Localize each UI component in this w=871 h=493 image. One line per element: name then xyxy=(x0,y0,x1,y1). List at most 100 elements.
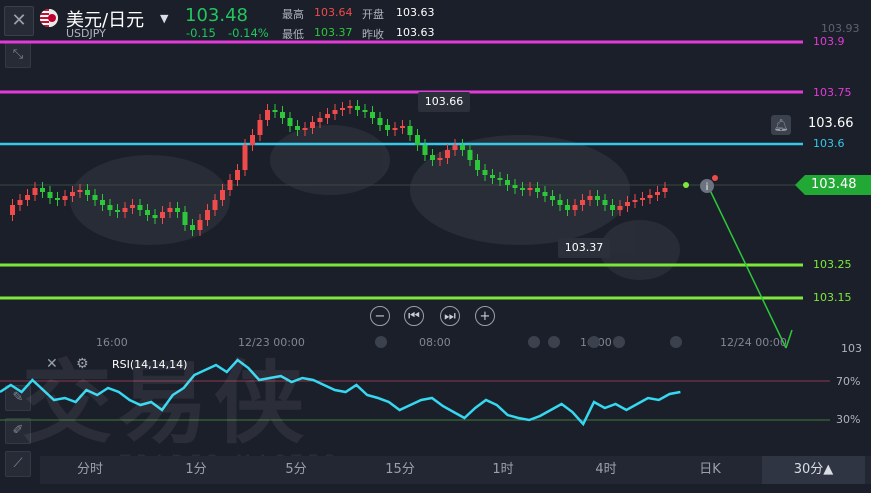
current-price-dot xyxy=(683,182,689,188)
candle-body xyxy=(460,145,465,150)
candle-body xyxy=(92,195,98,200)
candle-body xyxy=(317,118,323,122)
candle-body xyxy=(242,145,248,170)
candle-body xyxy=(362,110,368,112)
candle-body xyxy=(347,106,353,108)
candle-body xyxy=(512,185,518,188)
tf-4h[interactable]: 4时 xyxy=(578,456,634,484)
red-dot-marker xyxy=(712,175,718,181)
event-dot-icon[interactable] xyxy=(613,336,625,348)
candle-body xyxy=(32,188,38,195)
candle-body xyxy=(610,205,615,210)
candle-body xyxy=(145,210,150,215)
timeframe-bar xyxy=(40,456,871,484)
time-label: 12/24 00:00 xyxy=(720,336,787,349)
candle-body xyxy=(632,200,638,202)
candle-body xyxy=(467,150,473,160)
candle-body xyxy=(550,196,555,200)
rsi-close-icon[interactable]: ✕ xyxy=(46,356,58,372)
bell-icon[interactable]: 🔔︎ xyxy=(771,115,791,135)
candle-body xyxy=(625,202,630,206)
candle-body xyxy=(542,192,548,196)
candle-body xyxy=(370,112,375,118)
tf-30min-selected[interactable]: 30分▲ xyxy=(762,456,865,484)
event-dot-icon[interactable] xyxy=(588,336,600,348)
candle-body xyxy=(107,205,113,210)
axis-label-103-66: 103.66 xyxy=(808,116,854,131)
current-price-label: 103.48 xyxy=(795,175,871,195)
jump-start-button[interactable]: ⏮︎ xyxy=(404,306,424,326)
tf-1min[interactable]: 1分 xyxy=(168,456,224,484)
candle-body xyxy=(77,190,83,192)
rsi-label: RSI(14,14,14) xyxy=(112,358,188,371)
level-label-103-75: 103.75 xyxy=(807,85,871,101)
zoom-in-button[interactable]: + xyxy=(475,306,495,326)
candle-body xyxy=(655,192,660,195)
candle-body xyxy=(355,106,360,110)
candle-body xyxy=(205,210,210,220)
candle-body xyxy=(377,118,383,125)
candle-body xyxy=(385,125,390,130)
candle-body xyxy=(47,192,53,198)
level-label-103-25: 103.25 xyxy=(807,257,871,273)
tf-5min[interactable]: 5分 xyxy=(268,456,324,484)
candle-body xyxy=(587,196,593,200)
candle-body xyxy=(257,120,263,135)
candle-body xyxy=(235,170,240,180)
candle-body xyxy=(302,128,308,130)
candle-body xyxy=(340,108,345,110)
event-dot-icon[interactable] xyxy=(548,336,560,348)
time-label: 12/23 00:00 xyxy=(238,336,305,349)
candle-body xyxy=(662,188,668,192)
candle-body xyxy=(490,175,495,178)
tf-tick[interactable]: 分时 xyxy=(62,456,118,484)
candle-body xyxy=(250,135,255,145)
skip-forward-icon: ⏭︎ xyxy=(444,309,456,324)
candle-body xyxy=(505,180,510,185)
event-dot-icon[interactable] xyxy=(528,336,540,348)
candle-body xyxy=(415,135,420,145)
candle-body xyxy=(130,205,135,208)
candle-body xyxy=(392,128,398,130)
candle-body xyxy=(40,188,45,192)
candle-body xyxy=(190,225,195,230)
tf-1h[interactable]: 1时 xyxy=(475,456,531,484)
zoom-out-button[interactable]: − xyxy=(370,306,390,326)
event-dot-icon[interactable] xyxy=(670,336,682,348)
event-dot-icon[interactable] xyxy=(375,336,387,348)
candle-body xyxy=(182,212,188,225)
candle-body xyxy=(325,114,330,118)
candle-body xyxy=(10,205,15,215)
rsi-upper-label: 70% xyxy=(836,375,861,388)
candle-body xyxy=(122,208,128,212)
candle-body xyxy=(25,195,30,200)
rsi-settings-icon[interactable]: ⚙ xyxy=(76,356,89,372)
candle-body xyxy=(535,188,540,192)
candle-body xyxy=(55,198,60,200)
jump-end-button[interactable]: ⏭︎ xyxy=(440,306,460,326)
candle-body xyxy=(115,210,120,212)
candle-body xyxy=(430,155,435,160)
rsi-lower-label: 30% xyxy=(836,413,861,426)
level-label-103-6: 103.6 xyxy=(807,136,871,152)
candle-body xyxy=(640,198,645,200)
candle-body xyxy=(565,205,570,210)
candle-body xyxy=(617,206,623,210)
svg-text:i: i xyxy=(706,182,709,193)
candle-body xyxy=(602,200,608,205)
candle-body xyxy=(197,220,203,230)
candle-body xyxy=(265,110,270,120)
candle-body xyxy=(295,126,300,130)
candle-body xyxy=(332,110,338,114)
projection-line xyxy=(707,185,787,349)
tf-daily[interactable]: 日K xyxy=(682,456,738,484)
time-label: 16:00 xyxy=(96,336,128,349)
tf-15min[interactable]: 15分 xyxy=(372,456,428,484)
candle-body xyxy=(160,212,165,218)
low-tooltip: 103.37 xyxy=(558,238,610,258)
candle-body xyxy=(220,190,225,200)
candle-body xyxy=(520,188,525,190)
candle-body xyxy=(437,158,443,160)
candle-body xyxy=(400,126,405,128)
watermark-cn: 交易侠 xyxy=(22,351,310,456)
